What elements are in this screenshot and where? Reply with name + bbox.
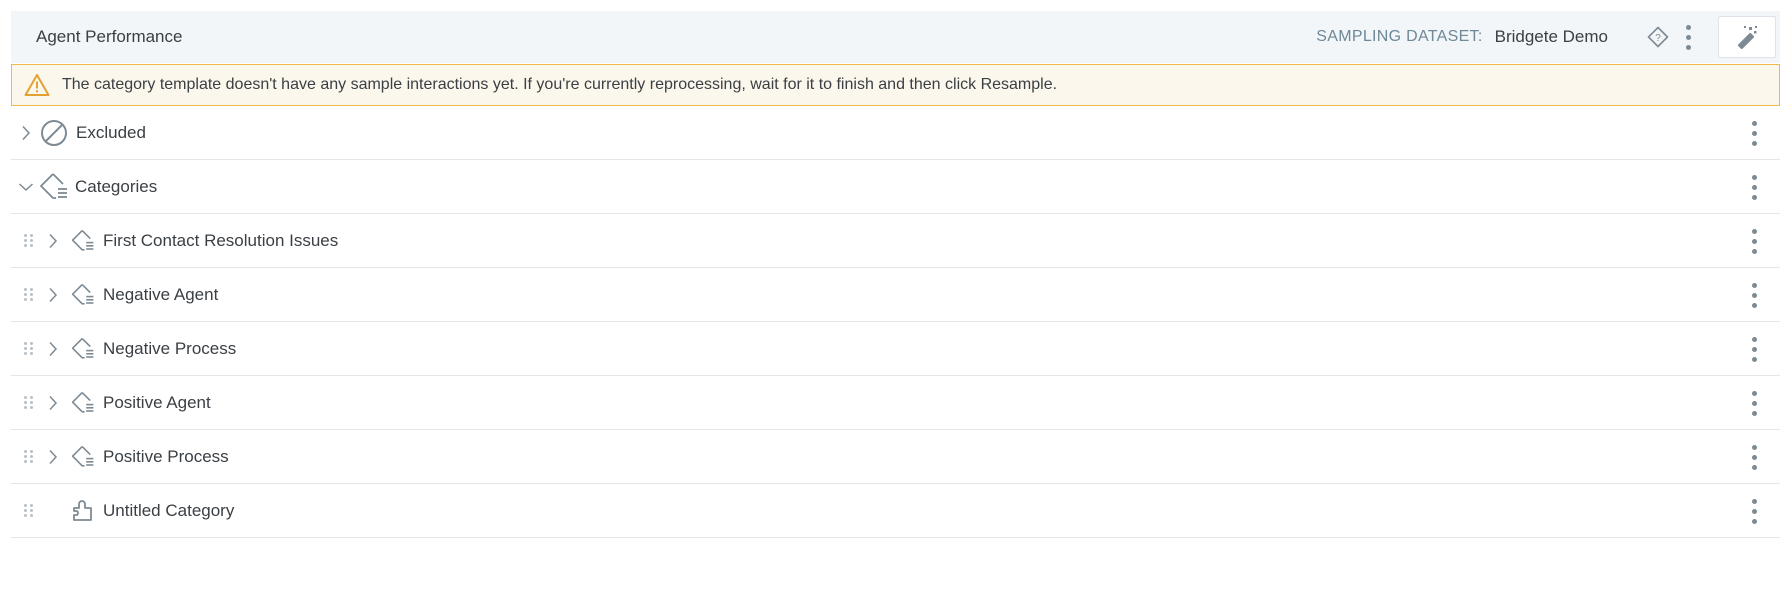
more-vertical-icon[interactable] [1744, 116, 1764, 150]
prohibited-icon [40, 119, 68, 147]
more-vertical-icon[interactable] [1744, 278, 1764, 312]
chevron-right-icon[interactable] [43, 393, 63, 413]
drag-handle-icon[interactable] [24, 448, 36, 466]
tree-row-child[interactable]: Negative Process [11, 322, 1780, 376]
tree-row-label: Negative Process [103, 338, 237, 358]
magic-wand-icon [1737, 26, 1757, 50]
more-vertical-icon[interactable] [1744, 224, 1764, 258]
chevron-right-icon[interactable] [43, 285, 63, 305]
drag-handle-icon[interactable] [24, 232, 36, 250]
more-vertical-icon[interactable] [1744, 440, 1764, 474]
tree-row-child[interactable]: Positive Agent [11, 376, 1780, 430]
tree-row-label: First Contact Resolution Issues [103, 230, 339, 250]
warning-triangle-icon [24, 73, 50, 97]
more-vertical-icon[interactable] [1744, 170, 1764, 204]
svg-text:?: ? [1655, 33, 1661, 44]
chevron-right-icon[interactable] [43, 447, 63, 467]
tree-row-label: Categories [75, 176, 158, 196]
category-tree-panel: Agent Performance SAMPLING DATASET: Brid… [11, 11, 1780, 538]
panel-header: Agent Performance SAMPLING DATASET: Brid… [11, 11, 1780, 63]
drag-handle-icon[interactable] [24, 502, 36, 520]
category-tag-icon [71, 445, 95, 469]
chevron-right-icon[interactable] [16, 123, 36, 143]
more-vertical-icon[interactable] [1678, 20, 1698, 54]
category-tag-icon [71, 337, 95, 361]
category-tag-icon [71, 391, 95, 415]
tree-row-child[interactable]: Positive Process [11, 430, 1780, 484]
tree-row-child[interactable]: Untitled Category [11, 484, 1780, 538]
tree-row-label: Untitled Category [103, 500, 235, 520]
category-tag-icon [71, 229, 95, 253]
drag-handle-icon[interactable] [24, 286, 36, 304]
warning-banner: The category template doesn't have any s… [11, 64, 1780, 106]
page-title: Agent Performance [36, 27, 183, 46]
chevron-right-icon[interactable] [43, 231, 63, 251]
magic-wand-button[interactable] [1718, 16, 1776, 58]
tree-row-label: Positive Agent [103, 392, 211, 412]
tree-row-categories[interactable]: Categories [11, 160, 1780, 214]
sampling-dataset-value[interactable]: Bridgete Demo [1495, 27, 1608, 47]
tree-row-label: Positive Process [103, 446, 229, 466]
more-vertical-icon[interactable] [1744, 332, 1764, 366]
tree-row-child[interactable]: Negative Agent [11, 268, 1780, 322]
drag-handle-icon[interactable] [24, 394, 36, 412]
category-tag-icon [71, 283, 95, 307]
tree-row-label: Excluded [76, 122, 146, 142]
more-vertical-icon[interactable] [1744, 494, 1764, 528]
more-vertical-icon[interactable] [1744, 386, 1764, 420]
tree-row-label: Negative Agent [103, 284, 219, 304]
chevron-right-icon[interactable] [43, 339, 63, 359]
drag-handle-icon[interactable] [24, 340, 36, 358]
tree-row-excluded[interactable]: Excluded [11, 106, 1780, 160]
category-tag-icon [39, 172, 69, 202]
chevron-down-icon[interactable] [16, 177, 36, 197]
puzzle-piece-icon [71, 499, 95, 523]
sampling-dataset-label: SAMPLING DATASET: [1316, 28, 1483, 45]
tag-help-icon[interactable]: ? [1646, 25, 1670, 49]
tree-row-child[interactable]: First Contact Resolution Issues [11, 214, 1780, 268]
warning-message: The category template doesn't have any s… [62, 76, 1058, 93]
